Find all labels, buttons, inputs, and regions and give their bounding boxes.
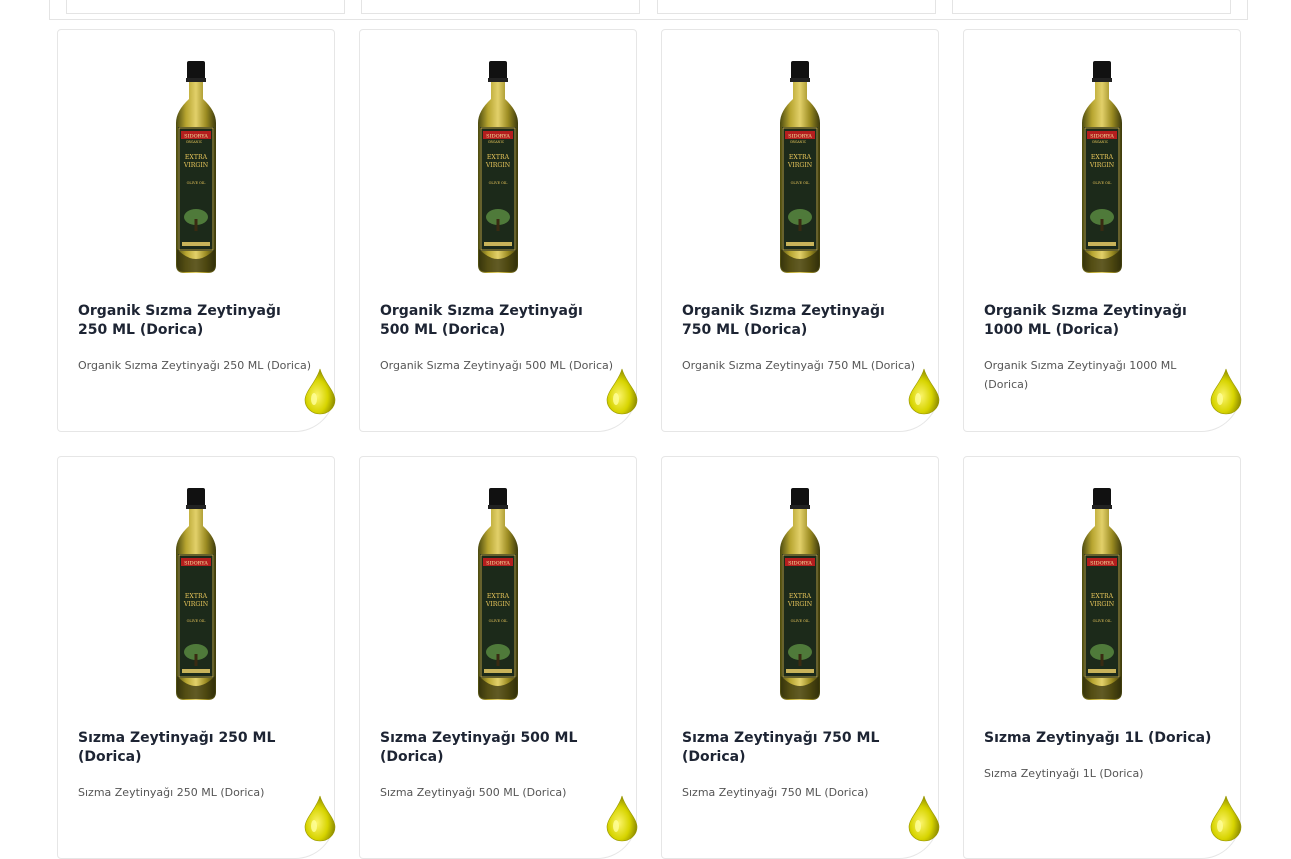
svg-text:SIDORYA: SIDORYA [184, 561, 208, 567]
product-image[interactable]: SIDORYA EXTRA VIRGIN OLIVE OIL [964, 486, 1240, 704]
product-image[interactable]: SIDORYA ORGANIC EXTRA VIRGIN OLIVE OIL [662, 59, 938, 277]
previous-product-card[interactable] [952, 0, 1231, 14]
svg-text:OLIVE OIL: OLIVE OIL [791, 181, 810, 185]
svg-text:EXTRA: EXTRA [487, 154, 510, 161]
product-description: Sızma Zeytinyağı 750 ML (Dorica) [682, 786, 869, 799]
product-title[interactable]: Organik Sızma Zeytinyağı 750 ML (Dorica) [682, 302, 918, 340]
svg-text:SIDORYA: SIDORYA [1090, 561, 1114, 567]
previous-product-card[interactable] [361, 0, 640, 14]
product-title[interactable]: Organik Sızma Zeytinyağı 1000 ML (Dorica… [984, 302, 1220, 340]
svg-text:ORGANIC: ORGANIC [186, 140, 203, 144]
olive-oil-drop-icon [908, 368, 940, 415]
olive-oil-drop-icon [304, 368, 336, 415]
product-card[interactable]: SIDORYA ORGANIC EXTRA VIRGIN OLIVE OIL O… [963, 29, 1242, 432]
product-image[interactable]: SIDORYA ORGANIC EXTRA VIRGIN OLIVE OIL [58, 59, 334, 277]
svg-text:SIDORYA: SIDORYA [788, 134, 812, 140]
svg-text:SIDORYA: SIDORYA [184, 134, 208, 140]
product-description: Organik Sızma Zeytinyağı 1000 ML (Dorica… [984, 359, 1177, 391]
svg-text:EXTRA: EXTRA [789, 593, 812, 600]
product-card[interactable]: SIDORYA ORGANIC EXTRA VIRGIN OLIVE OIL O… [661, 29, 940, 432]
olive-oil-bottle-image: SIDORYA EXTRA VIRGIN OLIVE OIL [478, 488, 518, 700]
olive-oil-bottle-image: SIDORYA EXTRA VIRGIN OLIVE OIL [176, 488, 216, 700]
product-card[interactable]: SIDORYA EXTRA VIRGIN OLIVE OIL Sızma Zey… [359, 456, 638, 859]
olive-oil-drop-icon [908, 795, 940, 842]
svg-text:OLIVE OIL: OLIVE OIL [791, 619, 810, 623]
product-description: Organik Sızma Zeytinyağı 250 ML (Dorica) [78, 359, 312, 372]
svg-text:EXTRA: EXTRA [1091, 154, 1114, 161]
svg-text:ORGANIC: ORGANIC [488, 140, 505, 144]
product-description: Organik Sızma Zeytinyağı 500 ML (Dorica) [380, 359, 614, 372]
product-image[interactable]: SIDORYA ORGANIC EXTRA VIRGIN OLIVE OIL [360, 59, 636, 277]
product-description: Sızma Zeytinyağı 1L (Dorica) [984, 767, 1144, 780]
product-title[interactable]: Sızma Zeytinyağı 500 ML (Dorica) [380, 729, 616, 767]
olive-oil-bottle-image: SIDORYA ORGANIC EXTRA VIRGIN OLIVE OIL [478, 61, 518, 273]
product-image[interactable]: SIDORYA ORGANIC EXTRA VIRGIN OLIVE OIL [964, 59, 1240, 277]
svg-text:VIRGIN: VIRGIN [787, 162, 813, 169]
svg-text:OLIVE OIL: OLIVE OIL [489, 619, 508, 623]
svg-text:VIRGIN: VIRGIN [485, 162, 511, 169]
svg-text:EXTRA: EXTRA [185, 593, 208, 600]
product-description: Organik Sızma Zeytinyağı 750 ML (Dorica) [682, 359, 916, 372]
olive-oil-drop-icon [1210, 368, 1242, 415]
svg-text:SIDORYA: SIDORYA [1090, 134, 1114, 140]
svg-text:EXTRA: EXTRA [185, 154, 208, 161]
svg-text:OLIVE OIL: OLIVE OIL [1093, 619, 1112, 623]
svg-text:VIRGIN: VIRGIN [1089, 601, 1115, 608]
olive-oil-drop-icon [606, 795, 638, 842]
svg-text:OLIVE OIL: OLIVE OIL [489, 181, 508, 185]
olive-oil-bottle-image: SIDORYA ORGANIC EXTRA VIRGIN OLIVE OIL [176, 61, 216, 273]
svg-text:OLIVE OIL: OLIVE OIL [187, 619, 206, 623]
product-title[interactable]: Sızma Zeytinyağı 750 ML (Dorica) [682, 729, 918, 767]
svg-text:VIRGIN: VIRGIN [183, 162, 209, 169]
previous-product-card[interactable] [66, 0, 345, 14]
svg-text:SIDORYA: SIDORYA [486, 134, 510, 140]
product-image[interactable]: SIDORYA EXTRA VIRGIN OLIVE OIL [58, 486, 334, 704]
svg-text:EXTRA: EXTRA [789, 154, 812, 161]
svg-text:OLIVE OIL: OLIVE OIL [1093, 181, 1112, 185]
product-card[interactable]: SIDORYA ORGANIC EXTRA VIRGIN OLIVE OIL O… [359, 29, 638, 432]
product-description: Sızma Zeytinyağı 500 ML (Dorica) [380, 786, 567, 799]
product-image[interactable]: SIDORYA EXTRA VIRGIN OLIVE OIL [662, 486, 938, 704]
svg-text:VIRGIN: VIRGIN [1089, 162, 1115, 169]
product-card[interactable]: SIDORYA EXTRA VIRGIN OLIVE OIL Sızma Zey… [57, 456, 336, 859]
svg-text:ORGANIC: ORGANIC [1092, 140, 1109, 144]
olive-oil-drop-icon [304, 795, 336, 842]
svg-text:VIRGIN: VIRGIN [183, 601, 209, 608]
product-title[interactable]: Organik Sızma Zeytinyağı 500 ML (Dorica) [380, 302, 616, 340]
product-card[interactable]: SIDORYA EXTRA VIRGIN OLIVE OIL Sızma Zey… [661, 456, 940, 859]
product-description: Sızma Zeytinyağı 250 ML (Dorica) [78, 786, 265, 799]
svg-text:OLIVE OIL: OLIVE OIL [187, 181, 206, 185]
product-title[interactable]: Sızma Zeytinyağı 1L (Dorica) [984, 729, 1220, 748]
product-image[interactable]: SIDORYA EXTRA VIRGIN OLIVE OIL [360, 486, 636, 704]
product-title[interactable]: Organik Sızma Zeytinyağı 250 ML (Dorica) [78, 302, 314, 340]
olive-oil-bottle-image: SIDORYA ORGANIC EXTRA VIRGIN OLIVE OIL [780, 61, 820, 273]
product-card[interactable]: SIDORYA ORGANIC EXTRA VIRGIN OLIVE OIL O… [57, 29, 336, 432]
svg-text:SIDORYA: SIDORYA [788, 561, 812, 567]
olive-oil-drop-icon [606, 368, 638, 415]
svg-text:VIRGIN: VIRGIN [485, 601, 511, 608]
svg-text:EXTRA: EXTRA [487, 593, 510, 600]
olive-oil-bottle-image: SIDORYA ORGANIC EXTRA VIRGIN OLIVE OIL [1082, 61, 1122, 273]
olive-oil-bottle-image: SIDORYA EXTRA VIRGIN OLIVE OIL [1082, 488, 1122, 700]
svg-text:ORGANIC: ORGANIC [790, 140, 807, 144]
svg-text:SIDORYA: SIDORYA [486, 561, 510, 567]
olive-oil-drop-icon [1210, 795, 1242, 842]
svg-text:VIRGIN: VIRGIN [787, 601, 813, 608]
previous-product-card[interactable] [657, 0, 936, 14]
product-card[interactable]: SIDORYA EXTRA VIRGIN OLIVE OIL Sızma Zey… [963, 456, 1242, 859]
svg-text:EXTRA: EXTRA [1091, 593, 1114, 600]
product-title[interactable]: Sızma Zeytinyağı 250 ML (Dorica) [78, 729, 314, 767]
olive-oil-bottle-image: SIDORYA EXTRA VIRGIN OLIVE OIL [780, 488, 820, 700]
